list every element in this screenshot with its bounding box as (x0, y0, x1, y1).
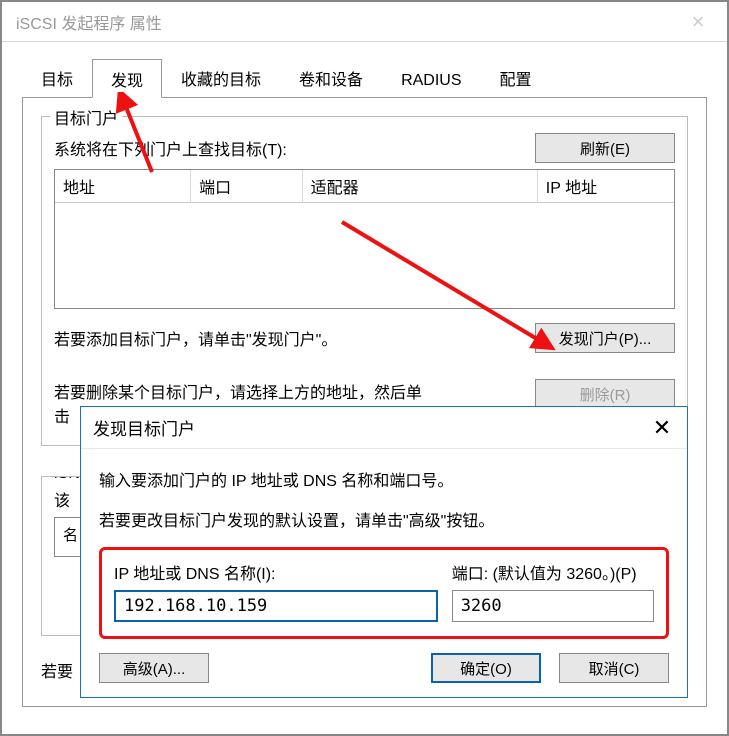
portals-table-body[interactable] (55, 203, 674, 308)
dialog-title: 发现目标门户 (93, 415, 195, 440)
dialog-instruction-2: 若要更改目标门户发现的默认设置，请单击"高级"按钮。 (99, 507, 669, 531)
cancel-button[interactable]: 取消(C) (559, 653, 669, 683)
ip-label: IP 地址或 DNS 名称(I): (114, 560, 438, 584)
tab-volumes[interactable]: 卷和设备 (280, 58, 382, 97)
group-target-portals: 目标门户 系统将在下列门户上查找目标(T): 刷新(E) 地址 端口 适配器 I… (41, 116, 688, 446)
portals-instruction: 系统将在下列门户上查找目标(T): (54, 136, 525, 160)
ok-button[interactable]: 确定(O) (431, 653, 541, 683)
discover-portal-dialog: 发现目标门户 ✕ 输入要添加门户的 IP 地址或 DNS 名称和端口号。 若要更… (80, 406, 688, 698)
discover-portal-button[interactable]: 发现门户(P)... (535, 323, 675, 353)
tab-discovery[interactable]: 发现 (92, 59, 162, 98)
isns-name-col: 名 (63, 527, 78, 544)
ip-input[interactable] (114, 590, 438, 622)
window-title: iSCSI 发起程序 属性 (16, 10, 162, 34)
add-portal-text: 若要添加目标门户，请单击"发现门户"。 (54, 326, 525, 350)
col-adapter[interactable]: 适配器 (303, 170, 538, 202)
advanced-button[interactable]: 高级(A)... (99, 653, 209, 683)
tab-config[interactable]: 配置 (481, 58, 551, 97)
tab-radius[interactable]: RADIUS (382, 64, 480, 97)
dialog-titlebar: 发现目标门户 ✕ (81, 407, 687, 449)
tab-targets[interactable]: 目标 (22, 58, 92, 97)
isns-legend: iSN (50, 476, 84, 483)
dialog-instruction-1: 输入要添加门户的 IP 地址或 DNS 名称和端口号。 (99, 467, 669, 491)
group-legend-portals: 目标门户 (50, 105, 122, 129)
window-close-icon[interactable]: × (683, 9, 713, 35)
portals-table[interactable]: 地址 端口 适配器 IP 地址 (54, 169, 675, 309)
refresh-button[interactable]: 刷新(E) (535, 133, 675, 163)
remove-portal-button: 删除(R) (535, 379, 675, 409)
tab-strip: 目标 发现 收藏的目标 卷和设备 RADIUS 配置 (2, 42, 727, 97)
annotation-highlight-box: IP 地址或 DNS 名称(I): 端口: (默认值为 3260。)(P) (99, 547, 669, 639)
port-label: 端口: (默认值为 3260。)(P) (452, 560, 654, 584)
tab-favorites[interactable]: 收藏的目标 (162, 58, 280, 97)
main-window-titlebar: iSCSI 发起程序 属性 × (2, 2, 727, 42)
col-ip[interactable]: IP 地址 (538, 170, 674, 202)
col-address[interactable]: 地址 (55, 170, 191, 202)
port-input[interactable] (452, 590, 654, 622)
dialog-close-icon[interactable]: ✕ (649, 415, 675, 441)
bottom-hint: 若要 (41, 658, 73, 682)
portals-table-head: 地址 端口 适配器 IP 地址 (55, 170, 674, 203)
col-port[interactable]: 端口 (191, 170, 302, 202)
